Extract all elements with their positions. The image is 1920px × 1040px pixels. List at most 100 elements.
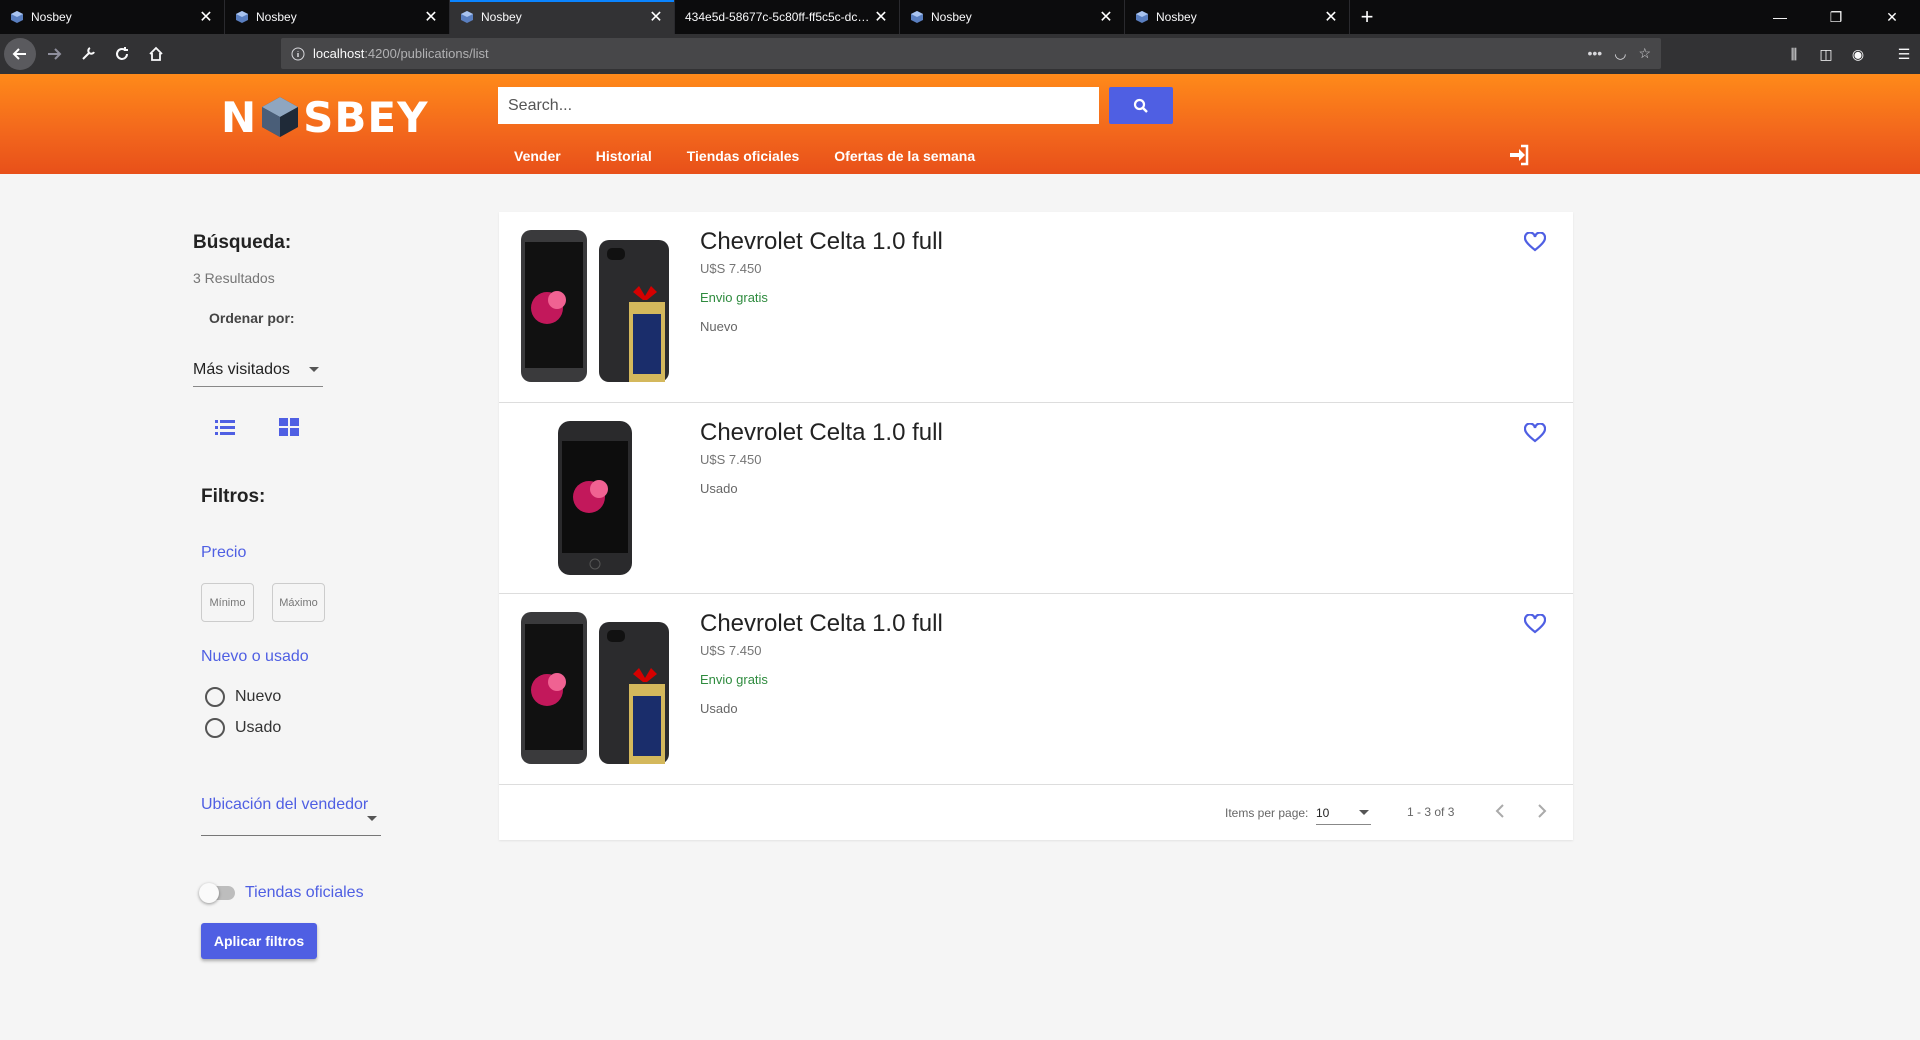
search-button[interactable] — [1109, 87, 1173, 124]
close-icon[interactable]: ✕ — [648, 7, 664, 27]
close-icon[interactable]: ✕ — [1323, 7, 1339, 27]
back-arrow-icon[interactable] — [4, 38, 36, 70]
close-window-icon[interactable]: ✕ — [1864, 0, 1920, 34]
search-input[interactable] — [498, 87, 1099, 124]
product-price: U$S 7.450 — [700, 452, 762, 467]
radio-circle-icon — [205, 718, 225, 738]
nav-historial[interactable]: Historial — [596, 148, 652, 164]
wrench-icon[interactable] — [72, 38, 104, 70]
apply-filters-button[interactable]: Aplicar filtros — [201, 923, 317, 959]
sign-in-icon[interactable] — [1508, 144, 1530, 166]
items-per-page-label: Items per page: — [1225, 806, 1309, 820]
radio-usado[interactable]: Usado — [205, 718, 281, 738]
product-image[interactable] — [517, 610, 671, 768]
product-price: U$S 7.450 — [700, 643, 762, 658]
items-per-page-value: 10 — [1316, 806, 1330, 820]
home-icon[interactable] — [140, 38, 172, 70]
condition-label: Nuevo o usado — [201, 648, 309, 665]
close-icon[interactable]: ✕ — [198, 7, 214, 27]
product-image[interactable] — [517, 419, 671, 577]
chevron-left-icon[interactable] — [1492, 802, 1510, 820]
price-min-input[interactable]: Mínimo — [201, 583, 254, 622]
forward-arrow-icon[interactable] — [38, 38, 70, 70]
order-select-value: Más visitados — [193, 361, 290, 378]
order-select[interactable]: Más visitados — [193, 361, 323, 387]
results-list: Chevrolet Celta 1.0 full U$S 7.450 Envio… — [499, 212, 1573, 840]
list-item[interactable]: Chevrolet Celta 1.0 full U$S 7.450 Envio… — [499, 212, 1573, 403]
filters-title: Filtros: — [201, 486, 266, 507]
browser-tab[interactable]: Nosbey ✕ — [225, 0, 450, 34]
nav-ofertas[interactable]: Ofertas de la semana — [834, 148, 975, 164]
reload-icon[interactable] — [106, 38, 138, 70]
close-icon[interactable]: ✕ — [423, 7, 439, 27]
product-image[interactable] — [517, 228, 671, 386]
price-max-input[interactable]: Máximo — [272, 583, 325, 622]
cube-logo-icon — [262, 97, 299, 137]
tab-label: Nosbey — [1156, 10, 1197, 24]
chevron-right-icon[interactable] — [1532, 802, 1550, 820]
chevron-down-icon — [367, 816, 377, 821]
product-condition: Usado — [700, 701, 738, 716]
cube-favicon-icon — [236, 11, 248, 23]
cube-favicon-icon — [461, 11, 473, 23]
product-title[interactable]: Chevrolet Celta 1.0 full — [700, 610, 943, 638]
url-host: localhost — [313, 46, 365, 61]
search-title: Búsqueda: — [193, 232, 292, 253]
browser-tab[interactable]: Nosbey ✕ — [0, 0, 225, 34]
more-icon[interactable]: ••• — [1588, 45, 1603, 62]
tab-label: Nosbey — [931, 10, 972, 24]
heart-icon[interactable] — [1524, 232, 1546, 252]
free-shipping-label: Envio gratis — [700, 672, 768, 687]
toggle-track[interactable] — [199, 883, 235, 903]
site-nav: Vender Historial Tiendas oficiales Ofert… — [514, 148, 1010, 164]
browser-tab[interactable]: Nosbey ✕ — [1125, 0, 1350, 34]
price-label: Precio — [201, 544, 247, 561]
menu-icon[interactable]: ☰ — [1888, 46, 1920, 63]
site-header: N SBEY Vender Historial Tiendas oficiale… — [0, 74, 1920, 174]
account-icon[interactable]: ◉ — [1842, 46, 1874, 63]
toggle-thumb — [199, 883, 219, 903]
nav-tiendas-oficiales[interactable]: Tiendas oficiales — [687, 148, 800, 164]
list-item[interactable]: Chevrolet Celta 1.0 full U$S 7.450 Envio… — [499, 594, 1573, 785]
product-price: U$S 7.450 — [700, 261, 762, 276]
tab-label: Nosbey — [481, 10, 522, 24]
list-view-icon[interactable] — [215, 418, 235, 436]
toggle-label: Tiendas oficiales — [245, 884, 364, 901]
star-icon[interactable]: ☆ — [1638, 45, 1651, 62]
info-icon[interactable] — [291, 47, 305, 61]
product-condition: Usado — [700, 481, 738, 496]
restore-icon[interactable]: ❐ — [1808, 0, 1864, 34]
location-label: Ubicación del vendedor — [201, 796, 369, 813]
official-stores-toggle[interactable]: Tiendas oficiales — [199, 883, 364, 903]
grid-view-icon[interactable] — [279, 418, 299, 436]
url-bar[interactable]: localhost:4200/publications/list ••• ◡ ☆ — [281, 38, 1661, 69]
product-title[interactable]: Chevrolet Celta 1.0 full — [700, 228, 943, 256]
browser-tab[interactable]: Nosbey ✕ — [900, 0, 1125, 34]
sidebar-icon[interactable]: ◫ — [1810, 46, 1842, 63]
product-title[interactable]: Chevrolet Celta 1.0 full — [700, 419, 943, 447]
location-select[interactable]: Ubicación del vendedor — [201, 796, 381, 836]
heart-icon[interactable] — [1524, 423, 1546, 443]
close-icon[interactable]: ✕ — [873, 7, 889, 27]
new-tab-button[interactable]: + — [1350, 0, 1384, 34]
items-per-page-select[interactable]: 10 — [1316, 801, 1371, 825]
page-range: 1 - 3 of 3 — [1407, 805, 1455, 819]
logo-text-left: N — [221, 92, 258, 142]
close-icon[interactable]: ✕ — [1098, 7, 1114, 27]
pocket-icon[interactable]: ◡ — [1614, 45, 1626, 62]
tab-label: Nosbey — [256, 10, 297, 24]
minimize-icon[interactable]: — — [1752, 0, 1808, 34]
library-icon[interactable]: ⫼ — [1778, 46, 1810, 63]
free-shipping-label: Envio gratis — [700, 290, 768, 305]
results-count: 3 Resultados — [193, 270, 275, 286]
tab-label: Nosbey — [31, 10, 72, 24]
list-item[interactable]: Chevrolet Celta 1.0 full U$S 7.450 Usado — [499, 403, 1573, 594]
heart-icon[interactable] — [1524, 614, 1546, 634]
site-logo[interactable]: N SBEY — [221, 92, 429, 142]
browser-tab-active[interactable]: Nosbey ✕ — [450, 0, 675, 34]
radio-nuevo[interactable]: Nuevo — [205, 687, 281, 707]
search-icon — [1133, 98, 1148, 113]
nav-vender[interactable]: Vender — [514, 148, 561, 164]
browser-tab[interactable]: 434e5d-58677c-5c80ff-ff5c5c-dce0e6 ✕ — [675, 0, 900, 34]
cube-favicon-icon — [11, 11, 23, 23]
